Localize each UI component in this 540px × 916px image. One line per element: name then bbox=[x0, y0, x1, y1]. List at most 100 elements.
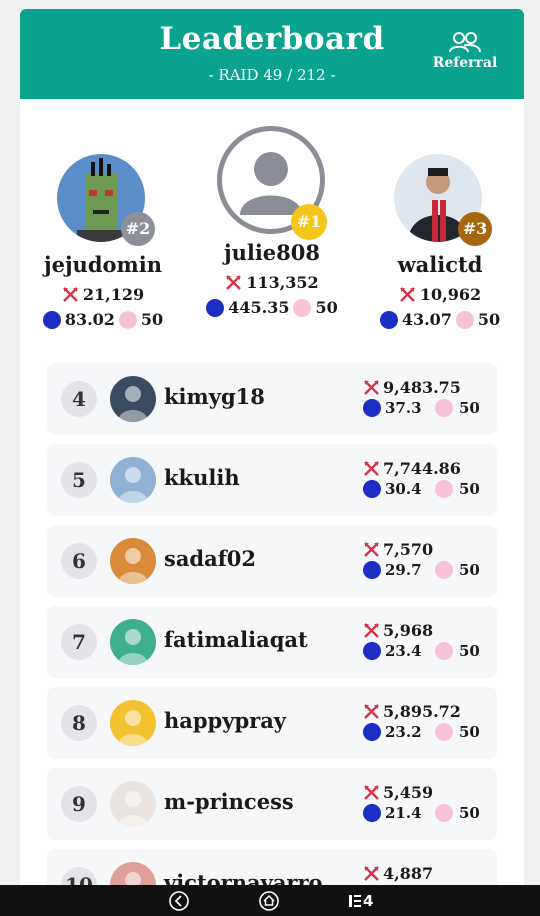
avatar bbox=[110, 619, 156, 665]
pig-icon bbox=[455, 310, 474, 329]
score-value: 9,483.75 bbox=[383, 377, 461, 397]
avatar: #2 bbox=[57, 154, 155, 246]
crossed-swords-icon bbox=[364, 460, 379, 476]
steem-value: 83.02 bbox=[64, 310, 115, 329]
steem-value: 30.4 bbox=[385, 480, 422, 498]
avatar bbox=[110, 376, 156, 422]
list-item[interactable]: 8 happypray 5,895.72 23.2 50 bbox=[47, 687, 497, 759]
list-item[interactable]: 4 kimyg18 9,483.75 37.3 50 bbox=[47, 363, 497, 435]
tabs-button[interactable]: 4 bbox=[349, 890, 379, 912]
steem-icon bbox=[363, 642, 381, 660]
referral-button[interactable]: Referral bbox=[430, 31, 500, 71]
score: 5,895.72 bbox=[363, 701, 493, 721]
player-name: m-princess bbox=[164, 789, 294, 814]
score: 5,459 bbox=[363, 782, 493, 802]
crossed-swords-icon bbox=[364, 865, 379, 881]
rewards: 23.2 50 bbox=[363, 721, 493, 743]
score: 5,968 bbox=[363, 620, 493, 640]
rewards: 23.4 50 bbox=[363, 640, 493, 662]
steem-value: 445.35 bbox=[228, 298, 290, 317]
user-photo-avatar bbox=[118, 386, 148, 422]
pig-value: 50 bbox=[477, 310, 501, 329]
pig-icon bbox=[435, 399, 453, 417]
back-icon[interactable] bbox=[168, 890, 190, 912]
rank-number: 6 bbox=[61, 543, 97, 579]
pig-value: 50 bbox=[140, 310, 164, 329]
steem-icon bbox=[379, 310, 398, 329]
score-value: 5,895.72 bbox=[383, 701, 461, 721]
avatar bbox=[110, 538, 156, 584]
row-stats: 5,968 23.4 50 bbox=[363, 620, 493, 662]
score-value: 7,570 bbox=[383, 539, 434, 559]
pig-value: 50 bbox=[459, 804, 480, 822]
podium-item-1[interactable]: #1 julie808 113,352 445.35 50 bbox=[192, 126, 352, 317]
list-item[interactable]: 6 sadaf02 7,570 29.7 50 bbox=[47, 525, 497, 597]
pig-value: 50 bbox=[459, 399, 480, 417]
score-value: 4,887 bbox=[383, 863, 434, 883]
avatar: #1 bbox=[217, 126, 327, 240]
steem-icon bbox=[363, 561, 381, 579]
list-item[interactable]: 7 fatimaliaqat 5,968 23.4 50 bbox=[47, 606, 497, 678]
player-name: sadaf02 bbox=[164, 546, 256, 571]
score: 9,483.75 bbox=[363, 377, 493, 397]
tab-count: 4 bbox=[363, 892, 374, 910]
crossed-swords-icon bbox=[364, 541, 379, 557]
crossed-swords-icon bbox=[400, 287, 415, 302]
row-stats: 9,483.75 37.3 50 bbox=[363, 377, 493, 419]
rank-number: 7 bbox=[61, 624, 97, 660]
pig-value: 50 bbox=[459, 642, 480, 660]
steem-icon bbox=[363, 399, 381, 417]
rewards: 445.35 50 bbox=[192, 298, 352, 317]
user-photo-avatar bbox=[118, 791, 148, 827]
pig-value: 50 bbox=[459, 723, 480, 741]
row-stats: 5,895.72 23.2 50 bbox=[363, 701, 493, 743]
rewards: 37.3 50 bbox=[363, 397, 493, 419]
score-value: 113,352 bbox=[246, 273, 319, 292]
podium-item-3[interactable]: #3 walictd 10,962 43.07 50 bbox=[360, 154, 520, 329]
row-stats: 4,887 bbox=[363, 863, 493, 883]
crossed-swords-icon bbox=[226, 275, 242, 290]
ranking-list: 4 kimyg18 9,483.75 37.3 50 5 kkulih 7,74… bbox=[47, 363, 497, 916]
pig-icon bbox=[435, 561, 453, 579]
row-stats: 7,570 29.7 50 bbox=[363, 539, 493, 581]
player-name: kimyg18 bbox=[164, 384, 265, 409]
home-icon[interactable] bbox=[258, 890, 280, 912]
list-item[interactable]: 9 m-princess 5,459 21.4 50 bbox=[47, 768, 497, 840]
list-item[interactable]: 5 kkulih 7,744.86 30.4 50 bbox=[47, 444, 497, 516]
user-photo-avatar bbox=[118, 629, 148, 665]
player-name: jejudomin bbox=[44, 252, 162, 277]
user-photo-avatar bbox=[118, 467, 148, 503]
referral-label: Referral bbox=[432, 55, 498, 71]
steem-value: 43.07 bbox=[401, 310, 452, 329]
player-name: walictd bbox=[397, 252, 483, 277]
podium-item-2[interactable]: #2 jejudomin 21,129 83.02 50 bbox=[23, 154, 183, 329]
steem-value: 29.7 bbox=[385, 561, 422, 579]
avatar: #3 bbox=[394, 154, 492, 246]
score-value: 5,459 bbox=[383, 782, 434, 802]
steem-icon bbox=[363, 723, 381, 741]
rank-number: 9 bbox=[61, 786, 97, 822]
rank-badge: #1 bbox=[291, 204, 327, 240]
steem-value: 21.4 bbox=[385, 804, 422, 822]
rank-badge: #3 bbox=[458, 212, 492, 246]
steem-value: 37.3 bbox=[385, 399, 422, 417]
rewards: 21.4 50 bbox=[363, 802, 493, 824]
header-bar: Leaderboard - RAID 49 / 212 - Referral bbox=[20, 9, 524, 99]
tabs-icon bbox=[349, 895, 361, 907]
score-value: 5,968 bbox=[383, 620, 434, 640]
player-name: happypray bbox=[164, 708, 287, 733]
steem-value: 23.2 bbox=[385, 723, 422, 741]
pig-icon bbox=[118, 310, 137, 329]
pig-icon bbox=[435, 723, 453, 741]
score: 4,887 bbox=[363, 863, 493, 883]
rewards: 83.02 50 bbox=[23, 310, 183, 329]
row-stats: 7,744.86 30.4 50 bbox=[363, 458, 493, 500]
podium: #2 jejudomin 21,129 83.02 50 #1 julie808… bbox=[20, 99, 524, 349]
rewards: 29.7 50 bbox=[363, 559, 493, 581]
steem-value: 23.4 bbox=[385, 642, 422, 660]
player-name: kkulih bbox=[164, 465, 240, 490]
leaderboard-app: Leaderboard - RAID 49 / 212 - Referral #… bbox=[20, 9, 524, 916]
pig-icon bbox=[435, 480, 453, 498]
avatar bbox=[110, 700, 156, 746]
score: 10,962 bbox=[360, 285, 520, 304]
